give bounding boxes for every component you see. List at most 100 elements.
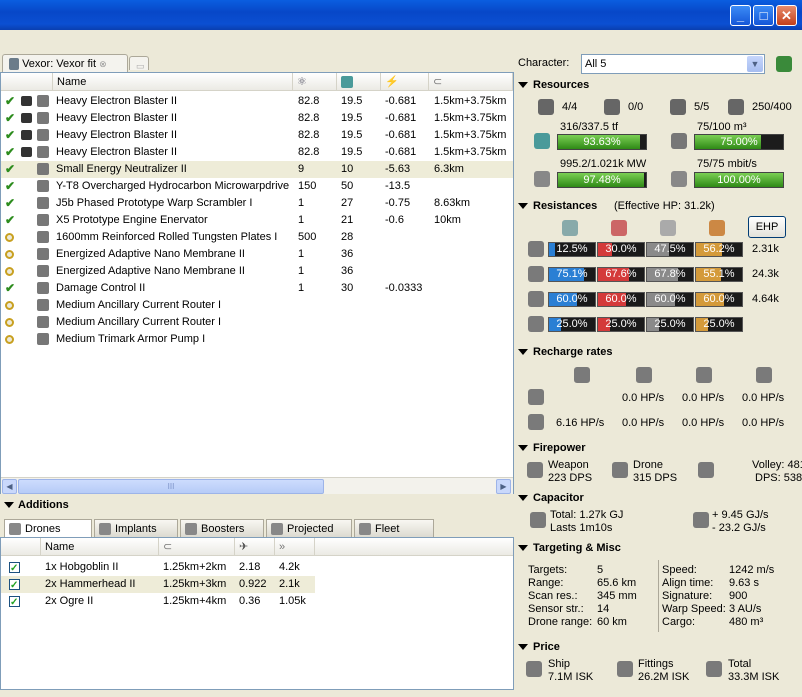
capacitor-title[interactable]: Capacitor (518, 492, 584, 504)
module-state[interactable]: ✔ (5, 110, 19, 127)
drone-header-dps[interactable]: » (275, 538, 315, 556)
tab-label: Boosters (201, 523, 245, 535)
modules-hscrollbar[interactable]: ◀ III ▶ (1, 477, 513, 494)
tab-projected[interactable]: Projected (266, 519, 352, 537)
drones-icon (9, 523, 21, 535)
module-state[interactable] (5, 297, 19, 314)
target-right-value: 480 m³ (729, 616, 764, 628)
module-row[interactable]: ✔ J5b Phased Prototype Warp Scrambler I 1 2… (1, 195, 513, 212)
additions-title[interactable]: Additions (4, 499, 69, 511)
module-state[interactable]: ✔ (5, 144, 19, 161)
active-check-icon: ✔ (5, 145, 16, 159)
drone-header-range[interactable]: ⊂ (159, 538, 235, 556)
drone-checkbox[interactable] (9, 576, 23, 593)
scroll-right-button[interactable]: ▶ (496, 479, 511, 494)
module-state[interactable]: ✔ (5, 212, 19, 229)
module-name: X5 Prototype Engine Enervator (56, 214, 208, 226)
header-state[interactable] (1, 73, 53, 91)
ship-icon (9, 58, 19, 71)
module-icon (37, 180, 49, 193)
module-row[interactable]: ✔ Y-T8 Overcharged Hydrocarbon Microwarpd… (1, 178, 513, 195)
header-name[interactable]: Name (53, 73, 293, 91)
header-range[interactable]: ⊂ (429, 73, 513, 91)
drone-checkbox[interactable] (9, 593, 23, 610)
tab-label: Fleet (375, 523, 400, 535)
module-icon (37, 163, 49, 176)
drone-header-speed[interactable]: ✈ (235, 538, 275, 556)
new-tab-button[interactable]: ▭ (129, 56, 149, 71)
module-c1: 1 (298, 248, 305, 260)
scroll-left-button[interactable]: ◀ (2, 479, 17, 494)
drone-row[interactable]: 2x Ogre II 1.25km+4km 0.36 1.05k (1, 593, 315, 610)
tab-drones[interactable]: Drones (4, 519, 92, 537)
tab-fit[interactable]: Vexor: Vexor fit ⊗ (2, 54, 128, 72)
export-icon[interactable] (776, 56, 792, 72)
targeting-divider (658, 560, 659, 632)
module-state[interactable]: ✔ (5, 161, 19, 178)
module-row[interactable]: ✔ X5 Prototype Engine Enervator 1 21 -0.6 10k… (1, 212, 513, 229)
ammo-icon (21, 96, 32, 107)
drone-row[interactable]: 1x Hobgoblin II 1.25km+2km 2.18 4.2k (1, 559, 315, 576)
module-state[interactable] (5, 246, 19, 263)
drone-checkbox[interactable] (9, 559, 23, 576)
drone-bandwidth-icon (728, 99, 744, 115)
close-button[interactable]: ✕ (776, 5, 797, 26)
module-state[interactable] (5, 229, 19, 246)
offline-circle-icon (5, 334, 14, 344)
module-row[interactable]: Energized Adaptive Nano Membrane II 1 36 (1, 246, 513, 263)
module-row[interactable]: ✔ Damage Control II 1 30 -0.0333 (1, 280, 513, 297)
launcher-icon (604, 99, 620, 115)
header-power[interactable]: ⚛ (293, 73, 337, 91)
chevron-down-icon[interactable]: ▼ (747, 56, 763, 72)
charge-cell (21, 263, 35, 280)
module-row[interactable]: Medium Ancillary Current Router I (1, 314, 513, 331)
tab-fleet[interactable]: Fleet (354, 519, 434, 537)
module-row[interactable]: ✔ Small Energy Neutralizer II 9 10 -5.63 6.3k… (1, 161, 513, 178)
fittings-icon (617, 661, 633, 677)
module-row[interactable]: ✔ Heavy Electron Blaster II 82.8 19.5 -0.681… (1, 144, 513, 161)
module-row[interactable]: ✔ Heavy Electron Blaster II 82.8 19.5 -0.681… (1, 127, 513, 144)
module-row[interactable]: Medium Ancillary Current Router I (1, 297, 513, 314)
recharge-title[interactable]: Recharge rates (518, 346, 613, 358)
firepower-title[interactable]: Firepower (518, 442, 586, 454)
module-name: Heavy Electron Blaster II (56, 95, 178, 107)
header-capacitor[interactable]: ⚡ (381, 73, 429, 91)
resist-bar: 47.5% (646, 242, 694, 257)
resistances-title[interactable]: Resistances (518, 200, 597, 212)
module-state[interactable]: ✔ (5, 280, 19, 297)
module-row[interactable]: 1600mm Reinforced Rolled Tungsten Plates… (1, 229, 513, 246)
header-cpu[interactable] (337, 73, 381, 91)
drone-row[interactable]: 2x Hammerhead II 1.25km+3km 0.922 2.1k (1, 576, 315, 593)
module-row[interactable]: ✔ Heavy Electron Blaster II 82.8 19.5 -0.681… (1, 93, 513, 110)
drone-header-name[interactable]: Name (41, 538, 159, 556)
active-check-icon: ✔ (5, 179, 16, 193)
tab-implants[interactable]: Implants (94, 519, 178, 537)
price-title[interactable]: Price (518, 641, 560, 653)
minimize-button[interactable]: _ (730, 5, 751, 26)
scroll-thumb[interactable]: III (18, 479, 324, 494)
drone-dps: 2.1k (279, 578, 300, 590)
character-select[interactable]: All 5 ▼ (581, 54, 765, 74)
module-state[interactable] (5, 331, 19, 348)
price-total-label: Total (728, 658, 752, 670)
module-state[interactable] (5, 314, 19, 331)
module-state[interactable]: ✔ (5, 127, 19, 144)
tab-close-icon[interactable]: ⊗ (99, 59, 107, 69)
module-state[interactable]: ✔ (5, 93, 19, 110)
drone-header-state[interactable] (1, 538, 41, 556)
tab-boosters[interactable]: Boosters (180, 519, 264, 537)
module-c4 (434, 178, 514, 195)
resources-title[interactable]: Resources (518, 79, 589, 91)
module-state[interactable]: ✔ (5, 178, 19, 195)
charge-cell (21, 246, 35, 263)
targeting-title[interactable]: Targeting & Misc (518, 542, 621, 554)
ehp-button[interactable]: EHP (748, 216, 786, 238)
module-row[interactable]: ✔ Heavy Electron Blaster II 82.8 19.5 -0.681… (1, 110, 513, 127)
maximize-button[interactable]: □ (753, 5, 774, 26)
resist-bar: 25.0% (597, 317, 645, 332)
module-row[interactable]: Medium Trimark Armor Pump I (1, 331, 513, 348)
module-row[interactable]: Energized Adaptive Nano Membrane II 1 36 (1, 263, 513, 280)
module-state[interactable] (5, 263, 19, 280)
module-state[interactable]: ✔ (5, 195, 19, 212)
module-c4: 10km (434, 214, 461, 226)
